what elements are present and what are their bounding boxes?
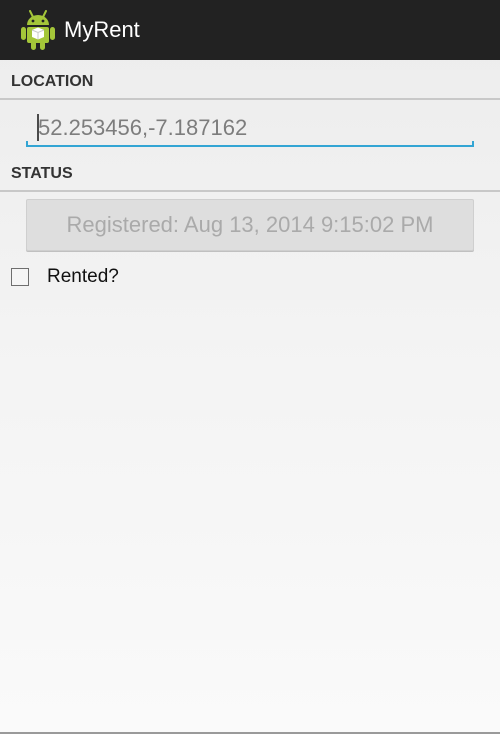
status-header: STATUS bbox=[11, 165, 73, 182]
rented-checkbox-row[interactable]: Rented? bbox=[11, 266, 119, 288]
rented-label: Rented? bbox=[47, 266, 119, 287]
rented-checkbox[interactable] bbox=[11, 268, 29, 286]
registered-date-button[interactable]: Registered: Aug 13, 2014 9:15:02 PM bbox=[26, 199, 474, 251]
input-underline-tick-right bbox=[472, 141, 474, 147]
location-input[interactable]: 52.253456,-7.187162 bbox=[26, 108, 474, 148]
location-header: LOCATION bbox=[11, 73, 94, 90]
input-underline-tick-left bbox=[26, 141, 28, 147]
app-title: MyRent bbox=[64, 17, 140, 42]
input-underline bbox=[26, 145, 474, 147]
status-divider bbox=[0, 190, 500, 192]
text-cursor bbox=[37, 114, 39, 141]
android-robot-icon[interactable] bbox=[21, 10, 55, 50]
action-bar: MyRent bbox=[0, 0, 500, 60]
location-divider bbox=[0, 98, 500, 100]
location-value: 52.253456,-7.187162 bbox=[38, 115, 248, 140]
